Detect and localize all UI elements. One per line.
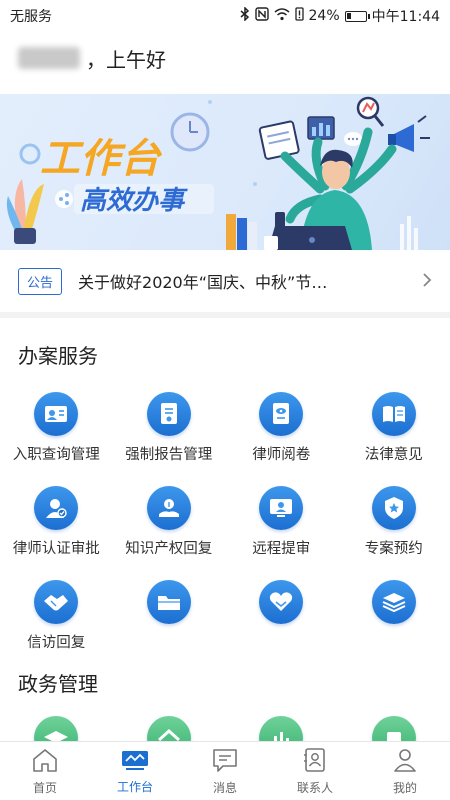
- banner-illustration: 工作台 高效办事: [6, 96, 430, 250]
- service-item[interactable]: 知识产权回复: [113, 486, 226, 580]
- service-item[interactable]: 远程提审: [225, 486, 338, 580]
- tab-label: 消息: [212, 780, 237, 795]
- bluetooth-icon: [240, 6, 250, 25]
- alert-icon: [294, 7, 304, 25]
- service-item[interactable]: 信访回复: [0, 580, 113, 674]
- nfc-icon: [254, 7, 269, 25]
- eye-document-icon[interactable]: [259, 392, 304, 436]
- service-item[interactable]: [113, 580, 226, 674]
- handshake-icon[interactable]: [34, 580, 79, 624]
- section-title-case-service: 办案服务: [18, 344, 98, 368]
- workbench-tab-icon: [120, 748, 150, 776]
- service-item-label: 律师阅卷: [252, 447, 311, 463]
- id-card-icon[interactable]: [34, 392, 79, 436]
- message-tab-icon: [211, 747, 239, 777]
- contacts-tab-icon: [302, 747, 328, 777]
- service-item-label: 入职查询管理: [12, 447, 100, 463]
- tab-label: 联系人: [296, 780, 333, 795]
- hand-bulb-icon[interactable]: [146, 486, 191, 530]
- folder-icon[interactable]: [146, 580, 191, 624]
- user-name-blurred: [18, 47, 80, 69]
- profile-tab-icon: [392, 747, 418, 777]
- service-item[interactable]: [338, 580, 450, 674]
- tab-workbench[interactable]: 工作台: [90, 742, 180, 800]
- status-bar: 无服务 24% 中午11:44: [0, 0, 450, 32]
- battery-percent: 24%: [308, 8, 340, 24]
- notice-tag: 公告: [18, 267, 63, 295]
- tab-contacts[interactable]: 联系人: [270, 742, 360, 800]
- section-divider: [0, 312, 450, 318]
- video-monitor-icon[interactable]: [259, 486, 304, 530]
- service-item-label: 律师认证审批: [12, 541, 100, 557]
- service-item[interactable]: 法律意见: [338, 392, 450, 486]
- carrier-label: 无服务: [10, 9, 52, 25]
- service-item[interactable]: 专案预约: [338, 486, 450, 580]
- banner-subtitle: 高效办事: [80, 186, 188, 216]
- service-item-label: 专案预约: [364, 541, 423, 557]
- status-indicators: 24% 中午11:44: [240, 6, 440, 26]
- battery-level-fill: [346, 12, 351, 19]
- service-item[interactable]: 律师认证审批: [0, 486, 113, 580]
- service-item-label: 远程提审: [252, 541, 311, 557]
- banner-title: 工作台: [40, 136, 163, 182]
- star-shield-icon[interactable]: [371, 486, 416, 530]
- home-tab-icon: [31, 747, 59, 777]
- report-document-icon[interactable]: [146, 392, 191, 436]
- service-item-label: 信访回复: [27, 635, 86, 651]
- battery-icon: [344, 10, 370, 22]
- service-item[interactable]: [225, 580, 338, 674]
- tab-label: 首页: [32, 780, 57, 795]
- tab-message[interactable]: 消息: [180, 742, 270, 800]
- workbench-banner[interactable]: 工作台 高效办事: [0, 94, 450, 250]
- service-item[interactable]: 强制报告管理: [113, 392, 226, 486]
- section-title-gov-management: 政务管理: [18, 672, 98, 696]
- tab-label: 我的: [392, 780, 417, 795]
- tab-label: 工作台: [116, 779, 153, 794]
- chevron-right-icon[interactable]: [422, 269, 432, 293]
- bottom-tab-bar: 首页 工作台 消息 联系人 我的: [0, 741, 450, 800]
- tab-profile[interactable]: 我的: [360, 742, 450, 800]
- service-item-label: 强制报告管理: [125, 447, 213, 463]
- clock: 中午11:44: [371, 9, 440, 25]
- service-item[interactable]: 律师阅卷: [225, 392, 338, 486]
- greeting-text: ，上午好: [86, 47, 166, 72]
- notice-text[interactable]: 关于做好2020年“国庆、中秋”节…: [78, 269, 414, 293]
- case-service-grid: 入职查询管理 强制报告管理 律师阅卷 法律意见律师认证审批 知识产权回复 远程提审 专案预约…: [0, 392, 450, 674]
- service-item-label: 法律意见: [364, 447, 423, 463]
- greeting: ，上午好: [18, 42, 166, 74]
- service-item-label: 知识产权回复: [125, 541, 213, 557]
- heart-hands-icon[interactable]: [259, 580, 304, 624]
- open-book-icon[interactable]: [371, 392, 416, 436]
- layers-icon[interactable]: [371, 580, 416, 624]
- user-check-icon[interactable]: [34, 486, 79, 530]
- service-item[interactable]: 入职查询管理: [0, 392, 113, 486]
- notice-bar[interactable]: 公告 关于做好2020年“国庆、中秋”节…: [0, 252, 450, 310]
- tab-home[interactable]: 首页: [0, 742, 90, 800]
- wifi-icon: [274, 7, 290, 25]
